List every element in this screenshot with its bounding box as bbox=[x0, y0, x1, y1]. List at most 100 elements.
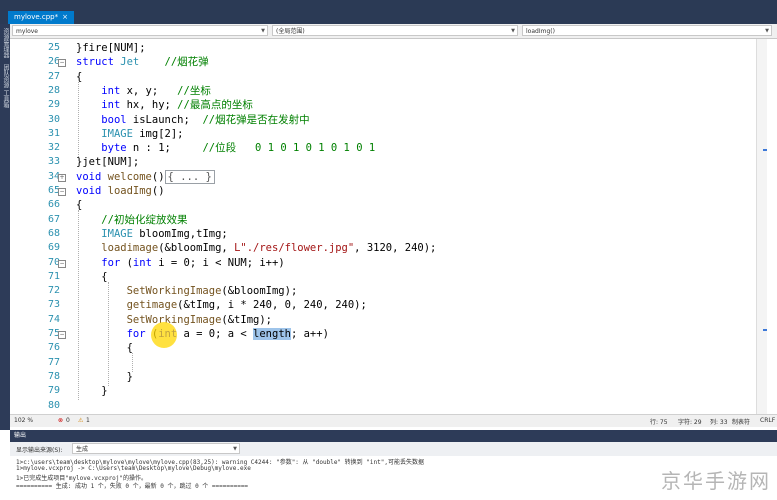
code-token: //烟花弹是否在发射中 bbox=[202, 113, 310, 126]
expand-icon[interactable]: + bbox=[58, 173, 66, 182]
code-token: x, y; bbox=[120, 84, 178, 97]
code-token: IMAGE bbox=[101, 127, 133, 140]
code-token: SetWorkingImage bbox=[126, 285, 222, 298]
code-line[interactable]: for (int i = 0; i < NUM; i++) bbox=[76, 256, 285, 270]
line-number: 25 bbox=[47, 42, 60, 53]
line-number: 30 bbox=[47, 113, 60, 125]
code-token: getimage bbox=[126, 299, 178, 312]
line-number: 68 bbox=[47, 227, 60, 239]
code-line[interactable]: }fire[NUM]; bbox=[76, 41, 146, 55]
code-line[interactable]: { bbox=[76, 70, 82, 84]
code-token: loadImg bbox=[107, 185, 152, 197]
code-line[interactable]: SetWorkingImage(&tImg); bbox=[76, 313, 272, 327]
scope-name: (全局范围) bbox=[276, 28, 305, 35]
code-line[interactable]: getimage(&tImg, i * 240, 0, 240, 240); bbox=[76, 298, 367, 312]
code-line[interactable]: } bbox=[76, 370, 133, 384]
indent-guide bbox=[78, 81, 79, 158]
code-line[interactable]: struct Jet //烟花弹 bbox=[76, 55, 209, 69]
code-token: hx, hy; bbox=[120, 99, 178, 112]
code-line[interactable]: void loadImg() bbox=[76, 184, 165, 198]
code-token: length bbox=[253, 328, 291, 340]
code-token: int bbox=[101, 84, 121, 97]
line-number: 74 bbox=[47, 313, 60, 325]
code-token: int bbox=[132, 256, 152, 269]
code-token: ; a++) bbox=[290, 328, 329, 340]
code-line[interactable]: //初始化绽放效果 bbox=[76, 213, 187, 227]
line-number: 26 bbox=[47, 56, 60, 68]
code-line[interactable]: { bbox=[76, 341, 133, 355]
code-token: welcome bbox=[107, 170, 152, 183]
line-number: 28 bbox=[47, 84, 60, 96]
code-token: Jet bbox=[113, 56, 165, 69]
code-line[interactable]: IMAGE img[2]; bbox=[76, 127, 183, 141]
code-editor[interactable]: 25 26 27 28 29 30 31 32 33 34 65 66 67 68 69 70 71 72 73 74… bbox=[10, 39, 767, 414]
line-number: 75 bbox=[47, 328, 60, 339]
editor-status-bar: 102 % ⊗ 0 ⚠ 1 行: 75 字符: 29 列: 33 制表符 CRL… bbox=[10, 414, 777, 427]
code-token: loadimage bbox=[101, 242, 159, 255]
tabs-indicator: 制表符 bbox=[732, 419, 751, 426]
chevron-down-icon: ▼ bbox=[233, 446, 237, 452]
tab-mylove-cpp[interactable]: mylove.cpp* × bbox=[8, 11, 74, 24]
code-line[interactable]: { bbox=[76, 270, 107, 284]
code-line[interactable]: IMAGE bloomImg,tImg; bbox=[76, 227, 228, 241]
code-token: () bbox=[151, 185, 165, 197]
output-line: 1>mylove.vcxproj -> C:\Users\team\Deskto… bbox=[16, 465, 251, 472]
line-ending-indicator: CRLF bbox=[760, 417, 776, 424]
indent-guide bbox=[78, 210, 79, 401]
line-number: 65 bbox=[47, 185, 60, 196]
error-count[interactable]: 0 bbox=[66, 417, 70, 424]
warning-icon: ⚠ bbox=[78, 417, 84, 424]
code-line[interactable]: } bbox=[76, 384, 107, 398]
close-icon[interactable]: × bbox=[62, 11, 68, 24]
collapse-icon[interactable]: − bbox=[58, 188, 66, 196]
code-token: SetWorkingImage bbox=[126, 313, 222, 326]
function-dropdown[interactable]: loadImg() ▼ bbox=[522, 25, 772, 36]
vertical-scrollbar[interactable] bbox=[756, 39, 767, 414]
output-source-label: 显示输出来源(S): bbox=[16, 447, 63, 454]
output-source-dropdown[interactable]: 生成 ▼ bbox=[72, 443, 240, 454]
code-line[interactable]: int hx, hy; //最高点的坐标 bbox=[76, 98, 253, 112]
indent-guide bbox=[108, 281, 109, 387]
code-line[interactable]: { bbox=[76, 198, 82, 212]
project-dropdown[interactable]: mylove ▼ bbox=[12, 25, 268, 36]
code-line[interactable]: SetWorkingImage(&bloomImg); bbox=[76, 284, 298, 298]
code-token: { ... } bbox=[164, 169, 215, 184]
scope-dropdown[interactable]: (全局范围) ▼ bbox=[272, 25, 518, 36]
scroll-marker bbox=[763, 329, 767, 331]
tab-title: mylove.cpp* bbox=[14, 13, 59, 21]
collapse-icon[interactable]: − bbox=[58, 59, 66, 68]
collapse-icon[interactable]: − bbox=[58, 331, 66, 339]
main-toolbar bbox=[0, 0, 777, 8]
collapse-icon[interactable]: − bbox=[58, 259, 66, 268]
code-token: bloomImg,tImg; bbox=[132, 227, 228, 240]
output-source-value: 生成 bbox=[76, 446, 89, 453]
code-line[interactable]: bool isLaunch; //烟花弹是否在发射中 bbox=[76, 113, 310, 127]
line-number: 80 bbox=[47, 399, 60, 411]
code-token: //最高点的坐标 bbox=[177, 99, 253, 112]
code-token: //位段 0 1 0 1 0 1 0 1 0 1 bbox=[202, 142, 376, 155]
code-line[interactable]: }jet[NUM]; bbox=[76, 155, 139, 169]
code-line[interactable]: loadimage(&bloomImg, L"./res/flower.jpg"… bbox=[76, 241, 436, 255]
code-line[interactable]: byte n : 1; //位段 0 1 0 1 0 1 0 1 0 1 bbox=[76, 141, 375, 155]
code-token: for bbox=[101, 256, 121, 269]
line-number: 31 bbox=[47, 127, 60, 139]
line-indicator: 行: 75 bbox=[650, 419, 668, 426]
code-line[interactable]: int x, y; //坐标 bbox=[76, 84, 211, 98]
code-line[interactable]: void welcome(){ ... } bbox=[76, 169, 215, 184]
line-number: 79 bbox=[47, 385, 60, 397]
solution-explorer-label[interactable]: 资源管理器 bbox=[1, 28, 9, 58]
line-number: 29 bbox=[47, 99, 60, 111]
warning-count[interactable]: 1 bbox=[86, 417, 90, 424]
toolbox-label[interactable]: 工具箱 bbox=[1, 90, 9, 108]
zoom-level[interactable]: 102 % bbox=[14, 417, 33, 424]
code-token: i = 0; i < NUM; i++) bbox=[151, 256, 285, 269]
code-line[interactable]: for (int a = 0; a < length; a++) bbox=[76, 327, 329, 341]
team-explorer-label[interactable]: 团队资源 bbox=[1, 64, 9, 88]
